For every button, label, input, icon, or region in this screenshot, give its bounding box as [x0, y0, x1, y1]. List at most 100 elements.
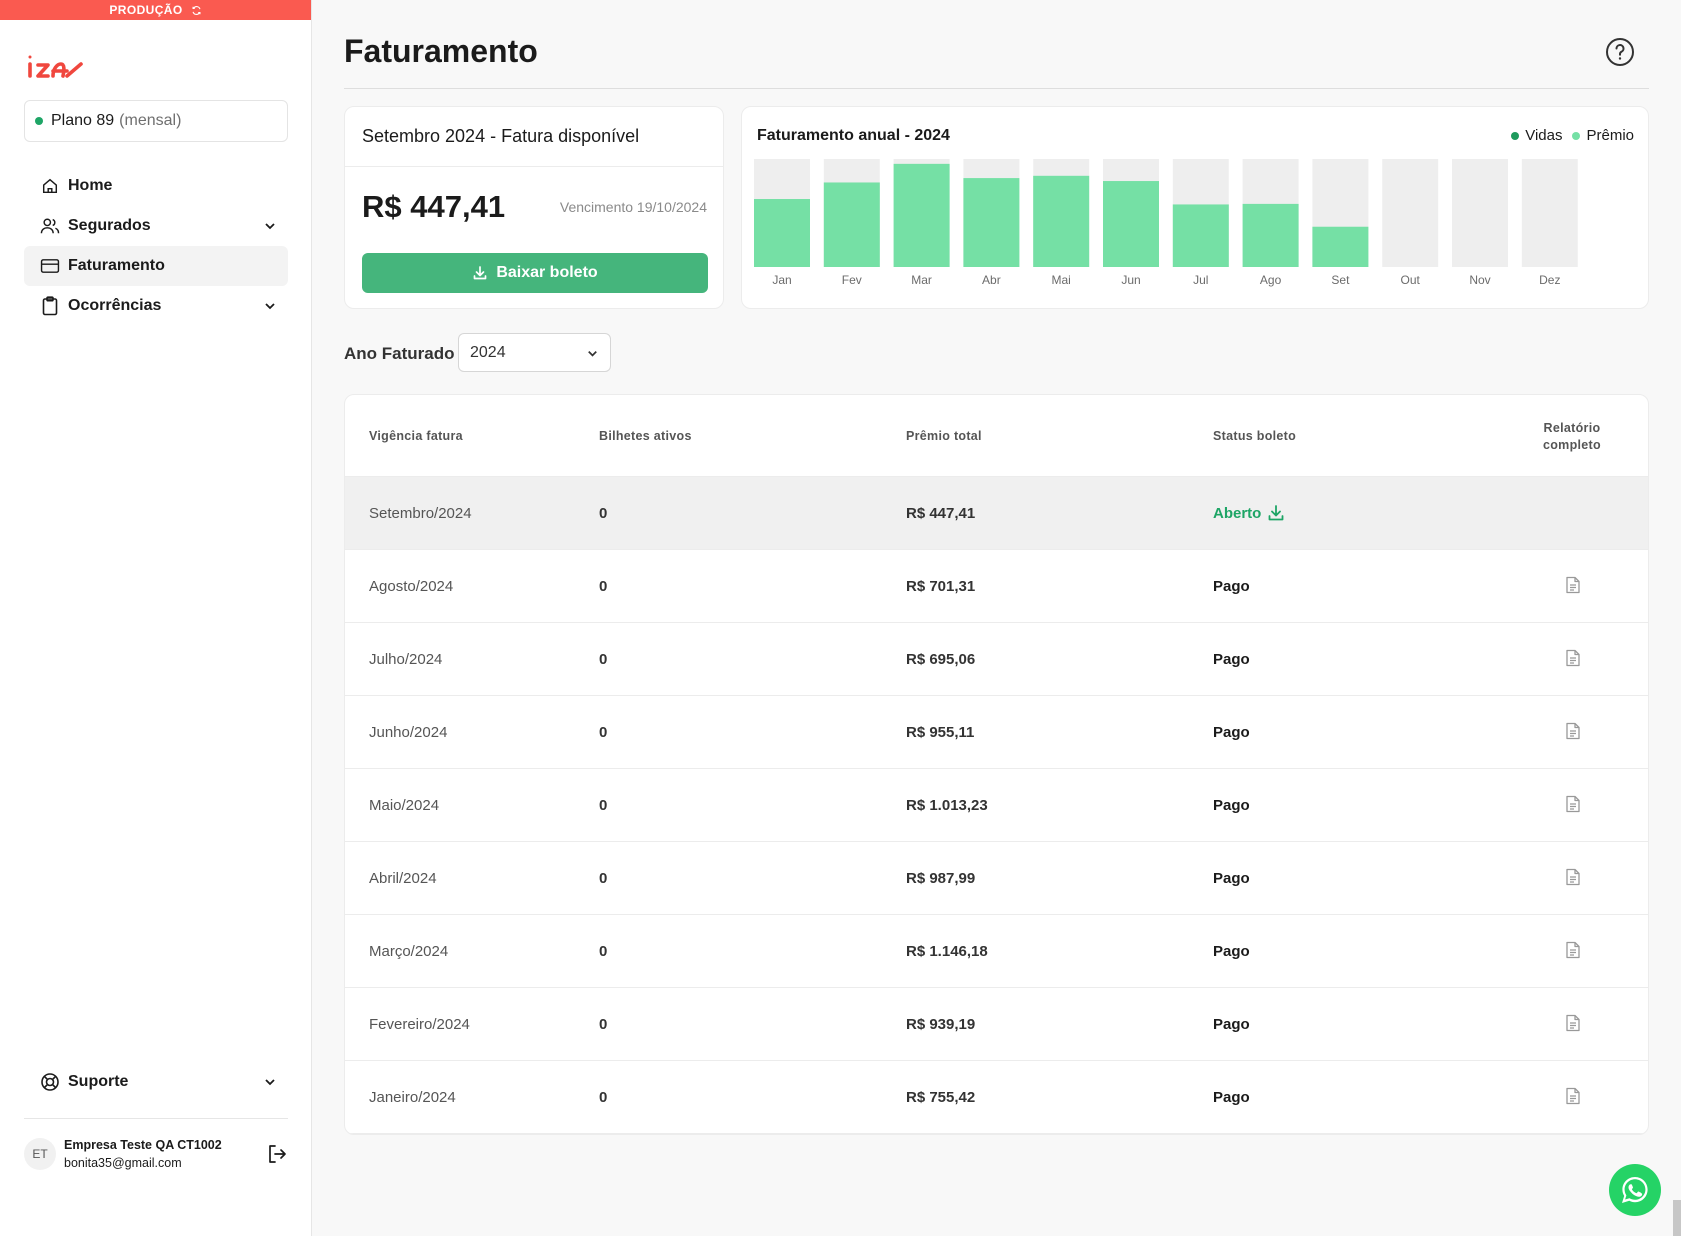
report-document-icon[interactable] — [1565, 941, 1581, 959]
report-document-icon[interactable] — [1565, 1087, 1581, 1105]
sidebar-item-ocorrencias[interactable]: Ocorrências — [24, 286, 288, 326]
plan-name: Plano 89 — [51, 112, 115, 129]
column-header-premio[interactable]: Prêmio total — [906, 429, 982, 443]
report-document-icon[interactable] — [1565, 868, 1581, 886]
x-tick-label: Nov — [1469, 273, 1490, 287]
table-body: Setembro/2024 0 R$ 447,41 Aberto Agosto/2024… — [345, 477, 1648, 1134]
bar-abr[interactable] — [963, 178, 1020, 267]
user-profile: ET Empresa Teste QA CT1002 bonita35@gmai… — [24, 1118, 288, 1188]
divider — [344, 88, 1649, 89]
bar-ago[interactable] — [1242, 203, 1299, 267]
sidebar-item-home[interactable]: Home — [24, 166, 288, 206]
bar-chart: Jan Fev Mar Abr Mai Jun Jul Ago Set Out Nov Dez — [754, 159, 1578, 287]
bar-jan[interactable] — [754, 199, 810, 267]
cell-tickets: 0 — [599, 724, 608, 741]
bar-jul[interactable] — [1172, 204, 1229, 267]
invoice-header: Setembro 2024 - Fatura disponível — [345, 107, 723, 167]
sidebar-nav: Home Segurados Faturamento Ocorrências — [24, 166, 288, 326]
environment-label: PRODUÇÃO — [109, 3, 183, 17]
cell-tickets: 0 — [599, 870, 608, 887]
table-row[interactable]: Junho/2024 0 R$ 955,11 Pago — [345, 696, 1648, 769]
whatsapp-button[interactable] — [1609, 1164, 1661, 1216]
x-tick-label: Mar — [911, 273, 932, 287]
table-row[interactable]: Janeiro/2024 0 R$ 755,42 Pago — [345, 1061, 1648, 1134]
current-invoice-card: Setembro 2024 - Fatura disponível R$ 447… — [344, 106, 724, 309]
sidebar-item-suporte[interactable]: Suporte — [24, 1062, 288, 1102]
refresh-icon[interactable] — [191, 5, 202, 16]
cell-period: Janeiro/2024 — [369, 1089, 456, 1106]
cell-premium: R$ 939,19 — [906, 1016, 976, 1033]
table-row[interactable]: Agosto/2024 0 R$ 701,31 Pago — [345, 550, 1648, 623]
report-document-icon[interactable] — [1565, 649, 1581, 667]
user-info: Empresa Teste QA CT1002 bonita35@gmail.c… — [64, 1136, 222, 1172]
chart-title: Faturamento anual - 2024 — [757, 127, 950, 144]
logout-icon[interactable] — [266, 1143, 288, 1165]
report-document-icon[interactable] — [1565, 795, 1581, 813]
download-boleto-button[interactable]: Baixar boleto — [362, 253, 708, 293]
cell-tickets: 0 — [599, 578, 608, 595]
cell-tickets: 0 — [599, 943, 608, 960]
x-tick-label: Jul — [1193, 273, 1208, 287]
chevron-down-icon[interactable] — [262, 1074, 278, 1090]
x-tick-label: Out — [1401, 273, 1421, 287]
x-tick-label: Set — [1331, 273, 1350, 287]
cell-premium: R$ 755,42 — [906, 1089, 976, 1106]
home-icon — [40, 176, 60, 196]
cell-status: Pago — [1213, 1016, 1250, 1033]
cell-premium: R$ 987,99 — [906, 870, 976, 887]
report-document-icon[interactable] — [1565, 722, 1581, 740]
year-filter-label: Ano Faturado — [344, 344, 455, 363]
year-select[interactable]: 2024 — [458, 333, 611, 372]
table-row[interactable]: Março/2024 0 R$ 1.146,18 Pago — [345, 915, 1648, 988]
cell-period: Setembro/2024 — [369, 505, 472, 522]
help-icon[interactable] — [1605, 37, 1635, 67]
bar-track — [1382, 159, 1439, 267]
table-row[interactable]: Abril/2024 0 R$ 987,99 Pago — [345, 842, 1648, 915]
table-row[interactable]: Maio/2024 0 R$ 1.013,23 Pago — [345, 769, 1648, 842]
cell-premium: R$ 955,11 — [906, 724, 975, 741]
legend-swatch-vidas — [1511, 131, 1520, 140]
environment-banner: PRODUÇÃO — [0, 0, 311, 20]
report-document-icon[interactable] — [1565, 1014, 1581, 1032]
column-header-status[interactable]: Status boleto — [1213, 429, 1296, 443]
legend-item-vidas[interactable]: Vidas — [1511, 127, 1562, 144]
chevron-down-icon[interactable] — [262, 218, 278, 234]
cell-premium: R$ 1.146,18 — [906, 943, 988, 960]
x-tick-label: Ago — [1260, 273, 1282, 287]
page-scrollbar[interactable] — [1673, 1200, 1681, 1236]
column-header-relatorio-line1: Relatório — [1543, 421, 1601, 435]
legend-item-premio[interactable]: Prêmio — [1572, 127, 1634, 144]
status-open-link[interactable]: Aberto — [1213, 504, 1285, 522]
clipboard-icon — [40, 296, 60, 316]
column-header-vigencia[interactable]: Vigência fatura — [369, 429, 463, 443]
invoices-table: Vigência fatura Bilhetes ativos Prêmio t… — [344, 394, 1649, 1135]
sidebar-item-label: Segurados — [68, 217, 151, 234]
bar-mar[interactable] — [893, 163, 950, 267]
bar-set[interactable] — [1312, 226, 1369, 267]
avatar[interactable]: ET — [24, 1137, 56, 1170]
cell-status: Pago — [1213, 797, 1250, 814]
users-icon — [40, 216, 60, 236]
sidebar-item-faturamento[interactable]: Faturamento — [24, 246, 288, 286]
download-icon[interactable] — [1267, 504, 1285, 522]
x-tick-label: Jun — [1121, 273, 1140, 287]
cell-period: Abril/2024 — [369, 870, 437, 887]
bar-fev[interactable] — [823, 182, 880, 267]
table-row[interactable]: Setembro/2024 0 R$ 447,41 Aberto — [345, 477, 1648, 550]
report-document-icon[interactable] — [1565, 576, 1581, 594]
column-header-bilhetes[interactable]: Bilhetes ativos — [599, 429, 692, 443]
year-select-value: 2024 — [470, 343, 506, 361]
sidebar: PRODUÇÃO Plano 89 (mensal) Home Segurado… — [0, 0, 312, 1236]
bar-mai[interactable] — [1033, 175, 1090, 267]
table-row[interactable]: Julho/2024 0 R$ 695,06 Pago — [345, 623, 1648, 696]
sidebar-item-label: Faturamento — [68, 257, 165, 274]
bar-jun[interactable] — [1103, 181, 1159, 267]
plan-selector[interactable]: Plano 89 (mensal) — [24, 100, 288, 142]
iza-logo[interactable] — [25, 50, 87, 86]
sidebar-item-label: Suporte — [68, 1073, 129, 1090]
table-row[interactable]: Fevereiro/2024 0 R$ 939,19 Pago — [345, 988, 1648, 1061]
cell-status: Pago — [1213, 651, 1250, 668]
chevron-down-icon[interactable] — [262, 298, 278, 314]
download-icon — [473, 266, 487, 280]
sidebar-item-segurados[interactable]: Segurados — [24, 206, 288, 246]
